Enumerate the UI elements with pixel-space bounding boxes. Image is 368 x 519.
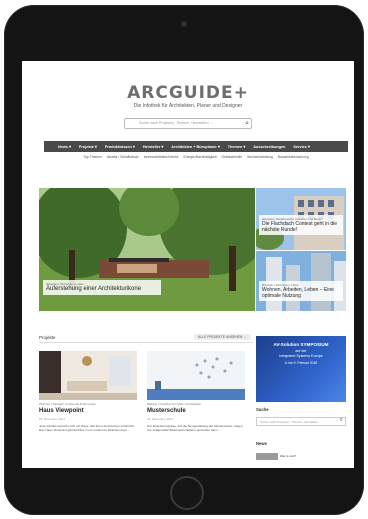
search-icon[interactable]: ⌕ xyxy=(340,417,343,424)
search-placeholder: Suche nach Projekten, Themen, Hersteller… xyxy=(139,121,213,125)
nav-item-hersteller[interactable]: Hersteller ▾ xyxy=(143,144,163,149)
search-icon[interactable]: ⌕ xyxy=(245,119,249,128)
ad-event-name: Integrated Systems Europe xyxy=(279,354,323,358)
project-date-1: 23. November 2017 xyxy=(39,417,66,421)
site-logo[interactable]: ARCGUIDE+ xyxy=(22,83,354,103)
sidebar-search-input[interactable]: Suche nach Projekten, Themen, Hersteller… xyxy=(256,417,346,426)
all-projects-link[interactable]: ALLE PROJEKTE ANSEHEN → xyxy=(194,334,251,340)
subnav-item[interactable]: Wohnentwicklung xyxy=(247,155,273,159)
project-title-2[interactable]: Musterschule xyxy=(147,408,186,414)
project-excerpt-1: Jede Familie wünscht sich ein Haus, das … xyxy=(39,424,135,433)
sidebar-search-placeholder: Suche nach Projekten, Themen, Hersteller… xyxy=(260,419,319,424)
nav-item-projekte[interactable]: Projekte ▾ xyxy=(79,144,97,149)
symposium-ad-banner[interactable]: AV-Solution SYMPOSIUM auf der Integrated… xyxy=(256,336,346,402)
nav-item-produktwissen[interactable]: Produktwissen ▾ xyxy=(105,144,135,149)
hero-main-label: aktuelles | Wohnbau | Leben Auferstehung… xyxy=(43,280,161,295)
ad-title: AV-Solution SYMPOSIUM xyxy=(273,342,329,347)
subnav-item[interactable]: Akustik / Schallschutz xyxy=(107,155,139,159)
ad-date: 6. bis 9. Februar 2018 xyxy=(284,361,318,365)
sidebar-news-heading: News xyxy=(256,441,267,446)
hero-main-card[interactable]: aktuelles | Wohnbau | Leben Auferstehung… xyxy=(39,188,255,311)
nav-item-architekten[interactable]: Architekten + Büroplaner ▾ xyxy=(171,144,219,149)
hero-side-title-2[interactable]: Wohnen, Arbeiten, Leben – Eine optimale … xyxy=(262,287,340,299)
news-item-title[interactable]: Wer is nun? xyxy=(280,454,296,458)
sidebar-search-heading: Suche xyxy=(256,407,269,412)
front-camera xyxy=(181,21,187,27)
subnav-item[interactable]: Energie/Nachhaltigkeit xyxy=(184,155,217,159)
home-button[interactable] xyxy=(170,476,204,510)
project-image-2[interactable] xyxy=(147,351,245,400)
project-image-1[interactable] xyxy=(39,351,137,400)
nav-item-service[interactable]: Service ▾ xyxy=(293,144,309,149)
hero-side-label-2: Bürobau | Wohnbau | Lehre Wohnen, Arbeit… xyxy=(259,281,343,301)
nav-item-themen[interactable]: Themen ▾ xyxy=(228,144,246,149)
hero-side-title-1[interactable]: Die Flachdach Contest geht in die nächst… xyxy=(262,221,340,233)
projects-section-title: Projekte xyxy=(39,335,56,340)
search-input[interactable]: Suche nach Projekten, Themen, Hersteller… xyxy=(124,118,252,129)
project-meta-1: Wohnen | Stuttgart | Karlsruhe Polis Gro… xyxy=(39,402,96,406)
main-navigation: News ▾ Projekte ▾ Produktwissen ▾ Herste… xyxy=(44,141,348,152)
project-excerpt-2: Der Erweiterungsbau und die Neugestaltun… xyxy=(147,424,244,433)
subnav-item[interactable]: Gebäudehülle xyxy=(222,155,243,159)
hero-side-card-2[interactable]: Bürobau | Wohnbau | Lehre Wohnen, Arbeit… xyxy=(256,251,346,311)
hero-side-label-1: aktuelles | Wettbewerbe | Arbeiten und B… xyxy=(259,215,343,235)
project-date-2: 21. November 2017 xyxy=(147,417,174,421)
subnav-item[interactable]: Bauwerksbedachung xyxy=(278,155,309,159)
project-title-1[interactable]: Haus Viewpoint xyxy=(39,408,84,414)
tablet-frame: ARCGUIDE+ Die Infothek für Architekten, … xyxy=(4,5,364,515)
hero-side-card-1[interactable]: aktuelles | Wettbewerbe | Arbeiten und B… xyxy=(256,188,346,250)
subnav-item[interactable]: Innenarchitektur/Interior xyxy=(144,155,179,159)
project-meta-2: Bildung | Frankfurt am Main | Architekte… xyxy=(147,402,202,406)
hero-main-title[interactable]: Auferstehung einer Architekturikone xyxy=(46,286,158,293)
screen: ARCGUIDE+ Die Infothek für Architekten, … xyxy=(22,61,354,468)
sub-navigation: Top-Themen Akustik / Schallschutz Innena… xyxy=(44,155,348,159)
subnav-item[interactable]: Top-Themen xyxy=(83,155,102,159)
section-divider xyxy=(39,342,253,343)
nav-item-ausschreibungen[interactable]: Ausschreibungen xyxy=(253,145,285,149)
nav-item-news[interactable]: News ▾ xyxy=(58,144,71,149)
news-thumbnail[interactable] xyxy=(256,453,278,460)
site-tagline: Die Infothek für Architekten, Planer und… xyxy=(133,103,243,109)
ad-subtitle: auf der xyxy=(295,349,307,353)
